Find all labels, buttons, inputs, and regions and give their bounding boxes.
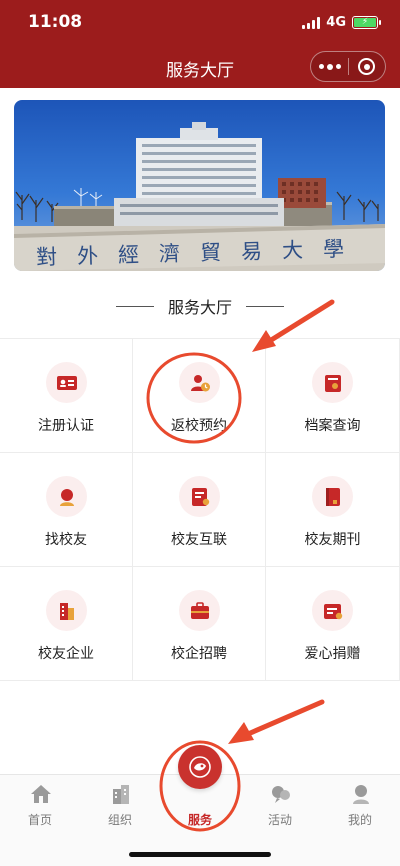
tab-home[interactable]: 首页 [0,775,80,845]
section-title: 服务大厅 [167,298,232,317]
annotation-arrow-bottom [228,699,325,744]
service-label: 档案查询 [304,418,361,434]
service-item-donation[interactable]: 爱心捐赠 [266,567,400,681]
id-card-icon [46,362,87,403]
donation-card-icon [312,590,353,631]
nav-bar: 服务大厅 [0,46,400,88]
service-item-register[interactable]: 注册认证 [0,339,133,453]
document-icon [179,476,220,517]
section-divider-right [246,305,284,307]
service-item-alumni-connect[interactable]: 校友互联 [133,453,266,567]
section-divider-left [115,305,154,307]
tab-label: 首页 [27,813,52,827]
service-item-recruitment[interactable]: 校企招聘 [133,567,266,681]
tab-service[interactable]: 服务 [160,745,240,845]
service-icon [178,745,222,789]
campus-building-illustration: 對外經濟貿易大學 [14,122,385,271]
tab-organization[interactable]: 组织 [80,775,160,845]
organization-icon [113,785,129,804]
signal-icon [302,16,321,29]
mini-program-capsule [310,51,386,82]
status-indicators: 4G ⚡ [302,15,381,30]
service-label: 注册认证 [38,418,94,434]
service-label: 校友企业 [38,646,94,662]
battery-icon: ⚡ [352,16,381,29]
activity-icon [272,786,290,803]
service-item-archive[interactable]: 档案查询 [266,339,400,453]
building-icon [46,590,87,631]
home-icon [31,785,51,803]
service-label: 校企招聘 [171,646,227,662]
network-type: 4G [326,15,346,30]
tab-profile[interactable]: 我的 [320,775,400,845]
book-icon [312,476,353,517]
home-indicator [129,852,271,857]
more-dots-icon[interactable] [311,52,348,81]
service-grid: 注册认证 返校预约 档案查询 找校友 校友互联 校友期刊 校友企业 校企招聘 爱… [0,338,400,681]
search-person-icon [46,476,87,517]
tab-label: 我的 [347,813,372,827]
service-label: 爱心捐赠 [304,646,361,662]
service-item-find-alumni[interactable]: 找校友 [0,453,133,567]
close-circle-icon[interactable] [349,52,385,81]
status-time: 11:08 [28,12,83,32]
service-label: 校友互联 [171,532,227,548]
service-item-journal[interactable]: 校友期刊 [266,453,400,567]
tab-label: 服务 [187,813,212,827]
section-header: 服务大厅 [0,293,400,319]
service-item-return-booking[interactable]: 返校预约 [133,339,266,453]
tab-label: 组织 [107,813,132,827]
status-bar: 11:08 4G ⚡ [0,0,400,46]
service-label: 返校预约 [171,418,227,434]
profile-icon [353,785,369,804]
campus-banner: 對外經濟貿易大學 [14,100,385,271]
tab-label: 活动 [267,813,292,827]
archive-icon [312,362,353,403]
service-item-enterprise[interactable]: 校友企业 [0,567,133,681]
briefcase-icon [179,590,220,631]
tab-activity[interactable]: 活动 [240,775,320,845]
user-clock-icon [179,362,220,403]
service-label: 找校友 [45,532,87,548]
service-label: 校友期刊 [304,532,361,548]
